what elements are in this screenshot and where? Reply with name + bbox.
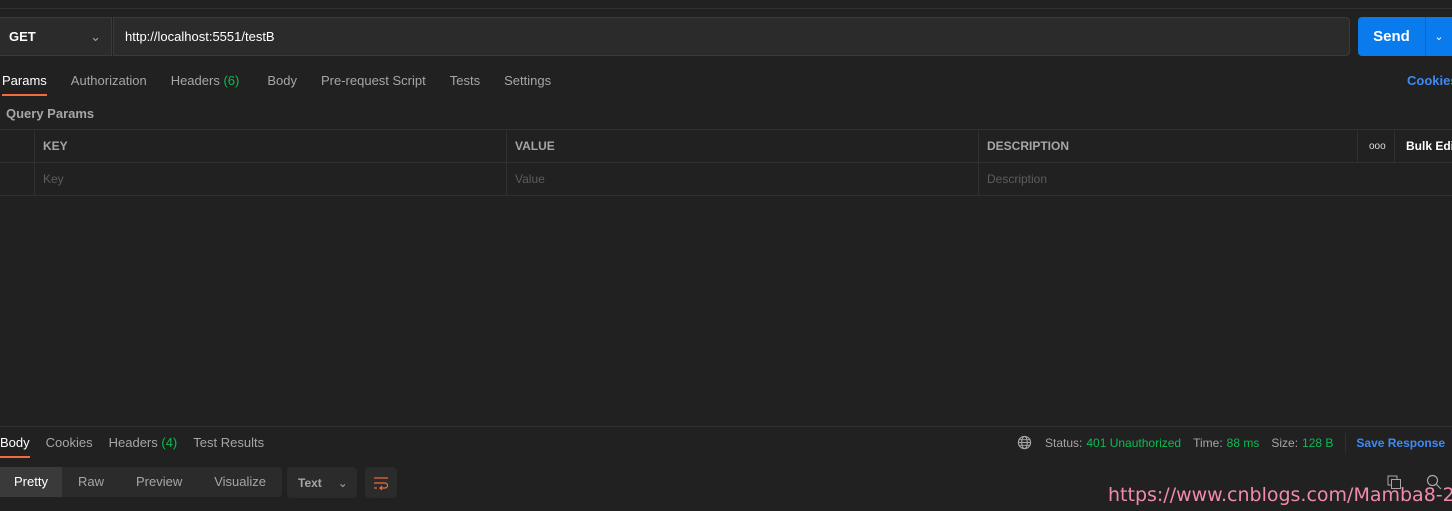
params-row: Key Value Description	[0, 162, 1452, 196]
time-value: 88 ms	[1226, 435, 1260, 450]
send-options-chevron-icon[interactable]: ⌄	[1426, 30, 1452, 43]
size-value: 128 B	[1302, 435, 1334, 450]
key-input[interactable]: Key	[34, 163, 506, 195]
view-pretty[interactable]: Pretty	[0, 467, 62, 497]
tab-authorization[interactable]: Authorization	[71, 72, 147, 96]
response-divider[interactable]	[0, 426, 1452, 427]
url-input[interactable]: http://localhost:5551/testB	[113, 17, 1350, 56]
wrap-lines-icon	[374, 476, 389, 490]
view-visualize[interactable]: Visualize	[198, 467, 282, 497]
value-input[interactable]: Value	[506, 163, 978, 195]
more-options-icon[interactable]: ooo	[1357, 130, 1394, 162]
format-select[interactable]: Text ⌄	[287, 467, 357, 498]
save-response-button[interactable]: Save Response	[1356, 436, 1445, 450]
format-value: Text	[298, 475, 322, 490]
view-raw[interactable]: Raw	[62, 467, 120, 497]
response-tab-body[interactable]: Body	[0, 434, 30, 458]
time-label: Time:	[1193, 435, 1223, 450]
tab-settings[interactable]: Settings	[504, 72, 551, 96]
chevron-down-icon: ⌄	[337, 475, 348, 490]
bulk-edit-button[interactable]: Bulk Edit	[1394, 130, 1452, 162]
watermark: https://www.cnblogs.com/Mamba8-24/	[1108, 484, 1452, 506]
tab-params[interactable]: Params	[2, 72, 47, 96]
response-tab-test-results[interactable]: Test Results	[193, 434, 264, 458]
view-mode-selector: Pretty Raw Preview Visualize	[0, 467, 283, 497]
chevron-down-icon: ⌄	[90, 29, 101, 44]
wrap-lines-button[interactable]	[365, 467, 397, 498]
top-divider	[0, 8, 1452, 9]
response-status-bar: Status: 401 Unauthorized Time: 88 ms Siz…	[1017, 432, 1452, 453]
globe-icon[interactable]	[1017, 435, 1032, 450]
send-button[interactable]: Send ⌄	[1358, 17, 1452, 56]
params-header-row: KEY VALUE DESCRIPTION ooo Bulk Edit	[0, 129, 1452, 162]
method-label: GET	[9, 29, 36, 44]
key-column-header: KEY	[34, 130, 506, 162]
url-value: http://localhost:5551/testB	[125, 29, 275, 44]
tab-tests[interactable]: Tests	[450, 72, 480, 96]
request-tabs: Params Authorization Headers (6) Body Pr…	[0, 72, 575, 96]
tab-body[interactable]: Body	[267, 72, 297, 96]
status-divider	[1345, 432, 1347, 453]
status-label: Status:	[1045, 435, 1083, 450]
response-tab-headers[interactable]: Headers (4)	[109, 434, 178, 458]
query-params-title: Query Params	[6, 106, 95, 121]
size-label: Size:	[1271, 435, 1299, 450]
response-tabs: Body Cookies Headers (4) Test Results	[0, 434, 280, 458]
response-tab-cookies[interactable]: Cookies	[46, 434, 93, 458]
headers-count: (6)	[223, 73, 240, 88]
view-preview[interactable]: Preview	[120, 467, 198, 497]
cookies-link[interactable]: Cookies	[1407, 73, 1452, 88]
send-label: Send	[1373, 28, 1410, 45]
description-column-header: DESCRIPTION	[978, 130, 1357, 162]
response-headers-count: (4)	[161, 435, 178, 450]
value-column-header: VALUE	[506, 130, 978, 162]
tab-headers[interactable]: Headers (6)	[171, 72, 240, 96]
status-value: 401 Unauthorized	[1086, 435, 1182, 450]
tab-pre-request-script[interactable]: Pre-request Script	[321, 72, 426, 96]
description-input[interactable]: Description	[978, 163, 1452, 195]
method-select[interactable]: GET ⌄	[0, 17, 112, 56]
